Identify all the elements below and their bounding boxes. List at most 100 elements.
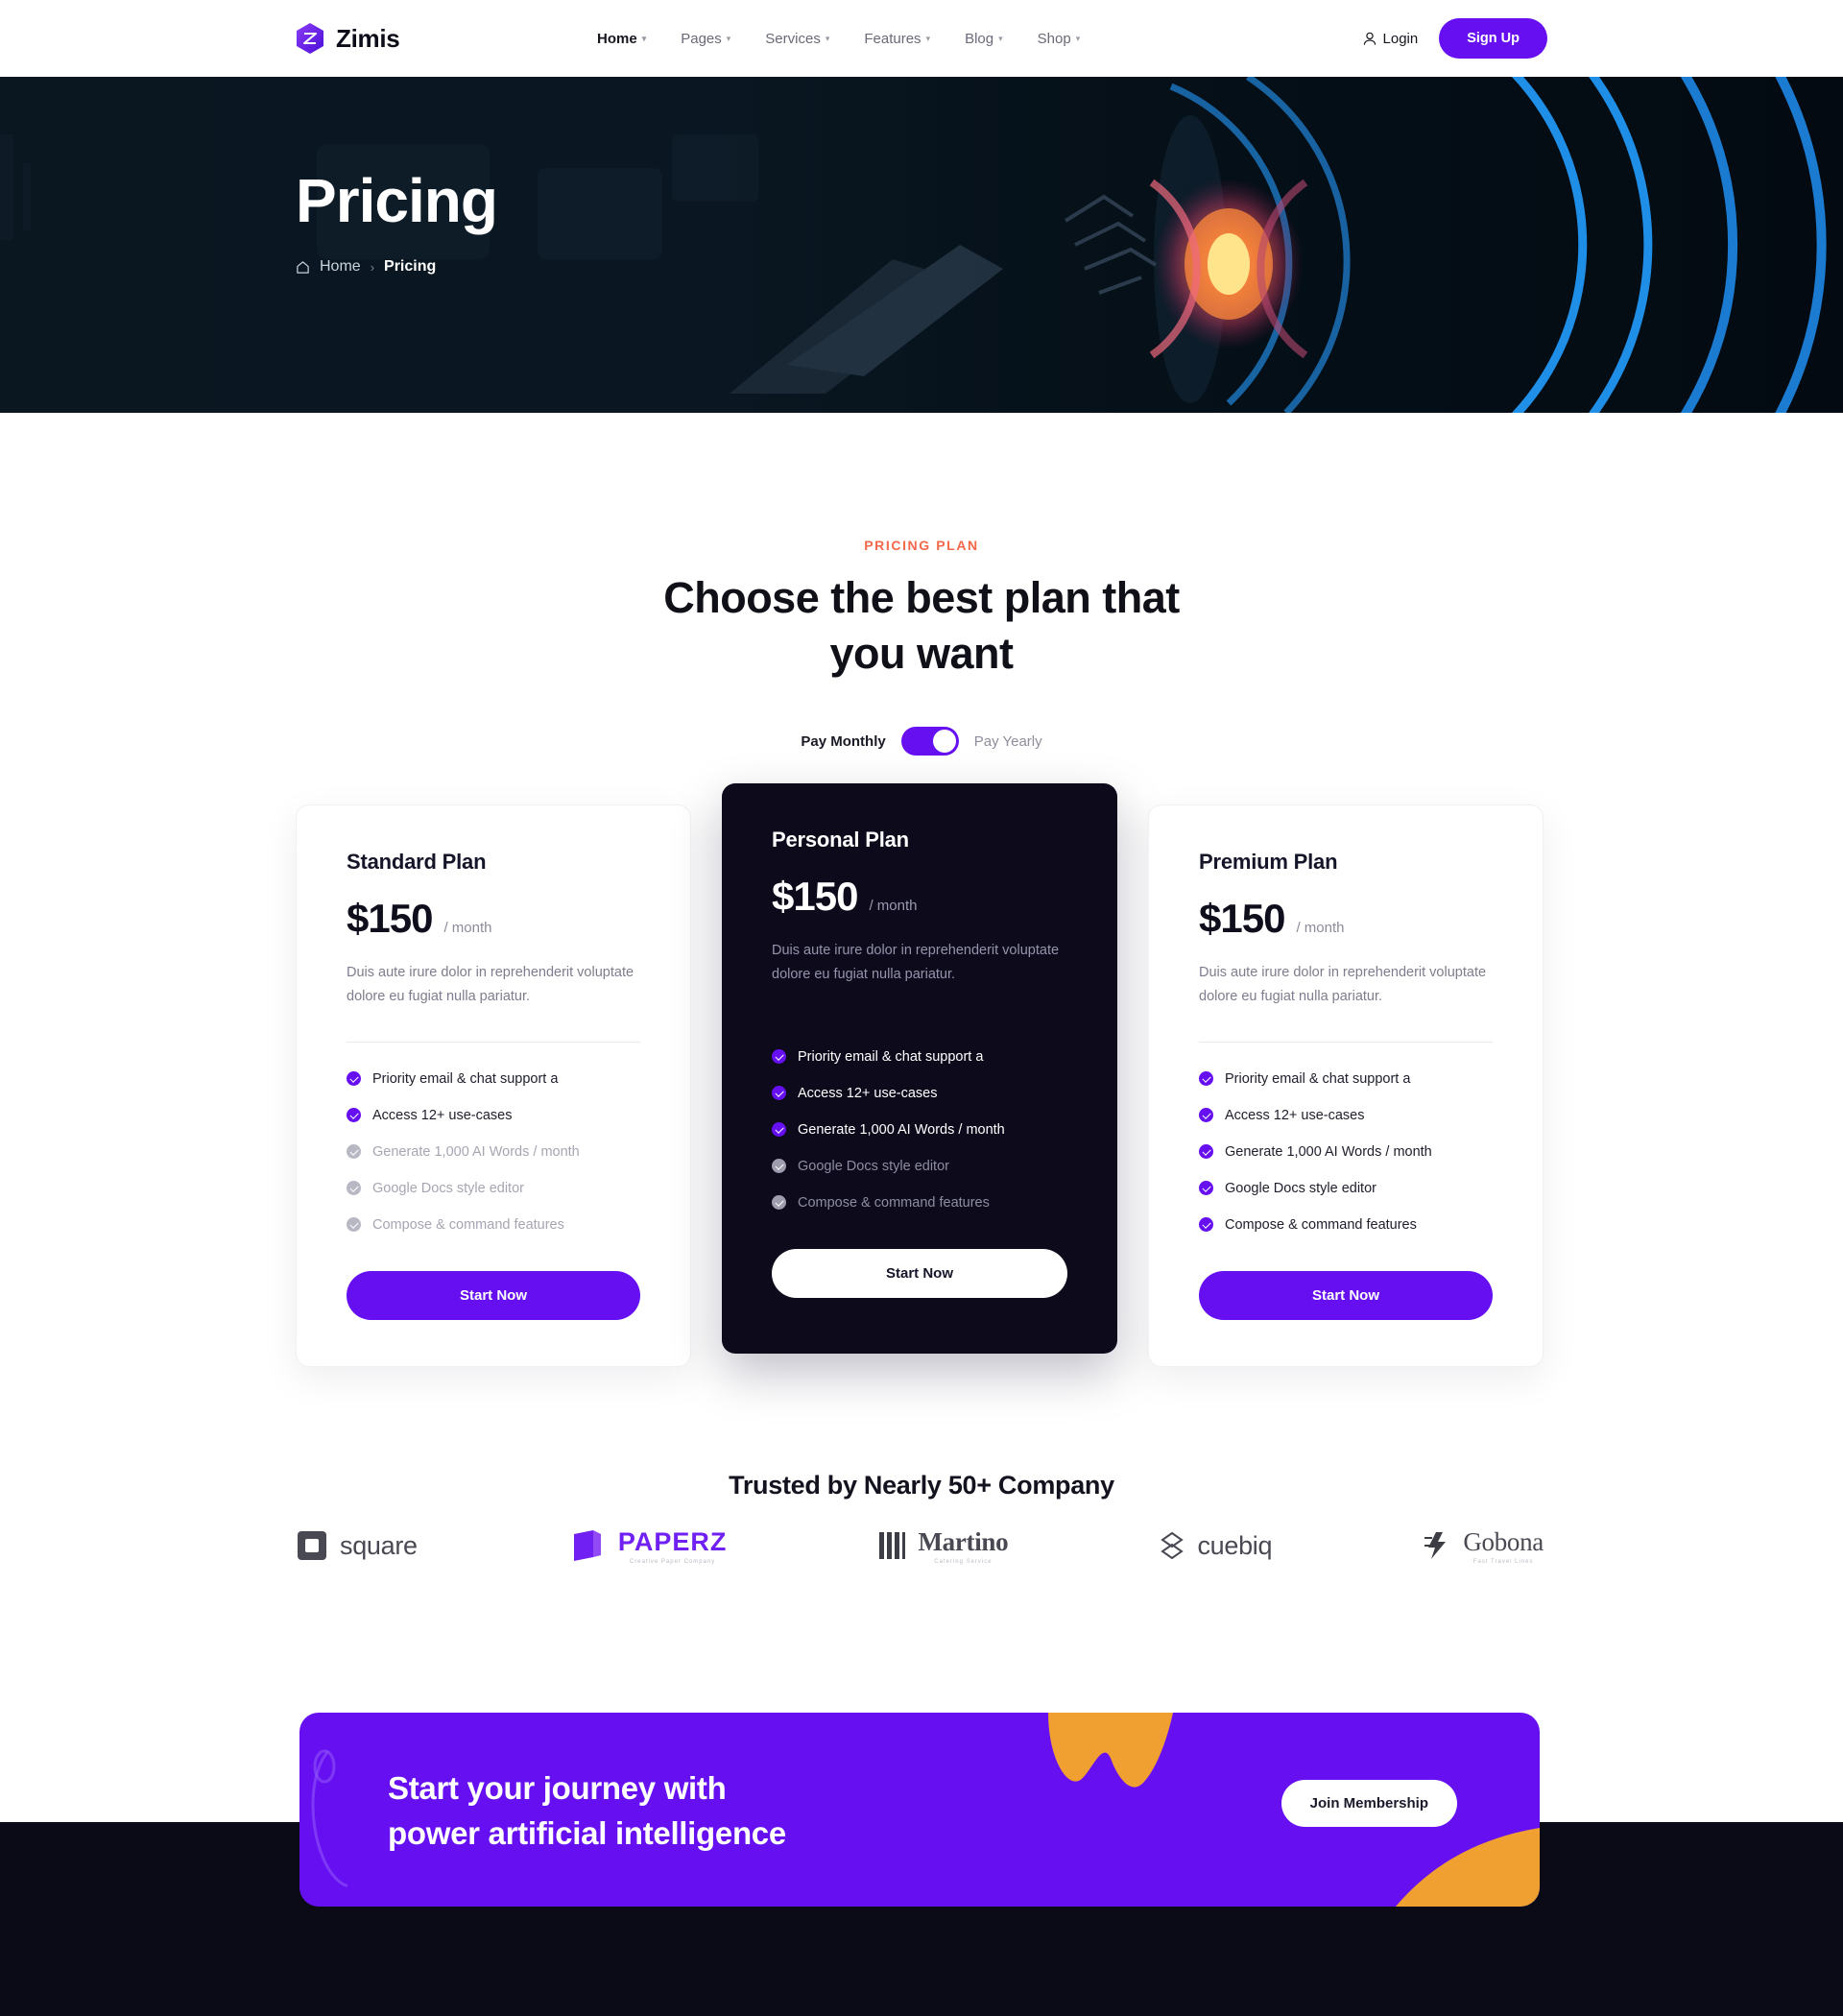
nav-item-pages[interactable]: Pages ▾ [681, 31, 730, 47]
logo-name: Martino [918, 1526, 1009, 1556]
nav-label: Shop [1037, 30, 1071, 47]
feature-item: Compose & command features [1199, 1217, 1493, 1233]
login-link[interactable]: Login [1363, 31, 1418, 47]
feature-item: Google Docs style editor [1199, 1181, 1493, 1196]
chevron-down-icon: ▾ [925, 33, 931, 43]
section-title-line1: Choose the best plan that [663, 573, 1180, 622]
plan-divider [1199, 1041, 1493, 1043]
plan-price: $150 [772, 874, 858, 919]
chevron-down-icon: ▾ [726, 33, 731, 43]
check-icon [772, 1122, 786, 1138]
plan-name: Personal Plan [772, 828, 909, 852]
nav-item-blog[interactable]: Blog ▾ [965, 31, 1003, 47]
logo-name: cuebiq [1197, 1530, 1273, 1560]
feature-item: Access 12+ use-cases [347, 1108, 640, 1123]
check-icon [347, 1071, 361, 1087]
user-icon [1363, 32, 1376, 45]
plan-feature-list: Priority email & chat support a Access 1… [347, 1071, 640, 1233]
plan-price: $150 [347, 896, 433, 941]
check-icon [1199, 1144, 1213, 1160]
feature-item: Generate 1,000 AI Words / month [347, 1144, 640, 1160]
join-membership-button[interactable]: Join Membership [1281, 1780, 1457, 1827]
chevron-down-icon: ▾ [998, 33, 1003, 43]
nav-label: Blog [965, 30, 994, 47]
main-nav: Home ▾ Pages ▾ Services ▾ Features ▾ Blo… [597, 31, 1080, 47]
plan-description: Duis aute irure dolor in reprehenderit v… [772, 943, 1060, 983]
start-now-button-standard[interactable]: Start Now [347, 1270, 640, 1320]
chevron-down-icon: ▾ [1075, 33, 1081, 43]
feature-label: Generate 1,000 AI Words / month [1225, 1143, 1432, 1160]
logo-text-stack: square [340, 1531, 418, 1561]
feature-item: Priority email & chat support a [1199, 1071, 1493, 1087]
feature-label: Priority email & chat support a [798, 1048, 984, 1065]
nav-item-shop[interactable]: Shop ▾ [1038, 31, 1081, 47]
martino-logo-icon [879, 1532, 906, 1559]
logo-name: square [340, 1530, 418, 1560]
check-icon-disabled [347, 1217, 361, 1233]
breadcrumb-home[interactable]: Home [320, 258, 361, 276]
feature-label: Access 12+ use-cases [798, 1085, 938, 1101]
feature-item: Compose & command features [772, 1195, 1067, 1211]
breadcrumb: Home › Pricing [296, 258, 497, 276]
section-title-line2: you want [829, 628, 1014, 678]
plan-price: $150 [1199, 896, 1285, 941]
feature-item: Google Docs style editor [772, 1159, 1067, 1174]
banner-headline: Start your journey with power artificial… [388, 1766, 786, 1857]
nav-label: Features [864, 30, 922, 47]
feature-item: Priority email & chat support a [347, 1071, 640, 1087]
feature-label: Priority email & chat support a [1225, 1070, 1411, 1087]
check-icon-disabled [772, 1159, 786, 1174]
paperz-logo-icon [573, 1530, 601, 1561]
plan-description: Duis aute irure dolor in reprehenderit v… [347, 965, 634, 1005]
plan-price-row: $150 / month [1199, 896, 1493, 942]
logo-text-stack: Martino Catering Service [918, 1527, 1008, 1565]
plan-period: / month [1296, 920, 1345, 936]
plan-period: / month [869, 898, 918, 914]
toggle-label-yearly[interactable]: Pay Yearly [974, 733, 1042, 750]
toggle-knob [932, 730, 956, 754]
feature-label: Google Docs style editor [372, 1180, 524, 1196]
check-icon [1199, 1108, 1213, 1123]
section-eyebrow: PRICING PLAN [864, 538, 979, 553]
start-now-button-premium[interactable]: Start Now [1199, 1270, 1493, 1320]
billing-period-toggle[interactable] [900, 727, 959, 756]
check-icon-disabled [772, 1195, 786, 1211]
chevron-down-icon: ▾ [641, 33, 647, 43]
site-header: Zimis Home ▾ Pages ▾ Services ▾ Features… [0, 0, 1843, 77]
feature-label: Google Docs style editor [798, 1158, 949, 1174]
zimis-hex-logo-icon [296, 23, 324, 54]
breadcrumb-separator-icon: › [370, 259, 375, 275]
nav-item-services[interactable]: Services ▾ [765, 31, 829, 47]
feature-label: Google Docs style editor [1225, 1180, 1376, 1196]
gobona-logo-icon [1424, 1532, 1447, 1559]
section-title: Choose the best plan that you want [0, 570, 1843, 681]
logo-martino: Martino Catering Service [877, 1527, 1009, 1565]
pricing-card-personal: Personal Plan $150 / month Duis aute iru… [722, 783, 1117, 1354]
logo-subtitle: Fast Travel Lines [1472, 1558, 1534, 1565]
check-icon [772, 1086, 786, 1101]
nav-label: Pages [681, 30, 722, 47]
nav-item-features[interactable]: Features ▾ [864, 31, 930, 47]
cuebiq-logo-icon [1161, 1531, 1185, 1560]
start-now-button-personal[interactable]: Start Now [772, 1248, 1067, 1298]
logo-name: Gobona [1463, 1526, 1544, 1556]
banner-headline-line2: power artificial intelligence [388, 1814, 786, 1851]
pricing-cards: Standard Plan $150 / month Duis aute iru… [296, 783, 1544, 1367]
plan-period: / month [443, 920, 492, 936]
plan-divider [347, 1041, 640, 1043]
trusted-heading: Trusted by Nearly 50+ Company [729, 1471, 1114, 1500]
breadcrumb-current: Pricing [384, 258, 437, 276]
feature-label: Compose & command features [372, 1216, 564, 1233]
nav-item-home[interactable]: Home ▾ [597, 31, 646, 47]
plan-description: Duis aute irure dolor in reprehenderit v… [1199, 965, 1487, 1005]
nav-label: Home [597, 30, 637, 47]
hero-background-art [0, 77, 1843, 413]
banner-headline-line1: Start your journey with [388, 1770, 727, 1806]
check-icon [772, 1049, 786, 1065]
toggle-label-monthly[interactable]: Pay Monthly [801, 733, 885, 750]
feature-label: Access 12+ use-cases [372, 1107, 513, 1123]
pricing-section: PRICING PLAN Choose the best plan that y… [0, 413, 1843, 756]
brand-logo[interactable]: Zimis [296, 23, 400, 54]
feature-label: Access 12+ use-cases [1225, 1107, 1365, 1123]
signup-button[interactable]: Sign Up [1439, 18, 1547, 59]
